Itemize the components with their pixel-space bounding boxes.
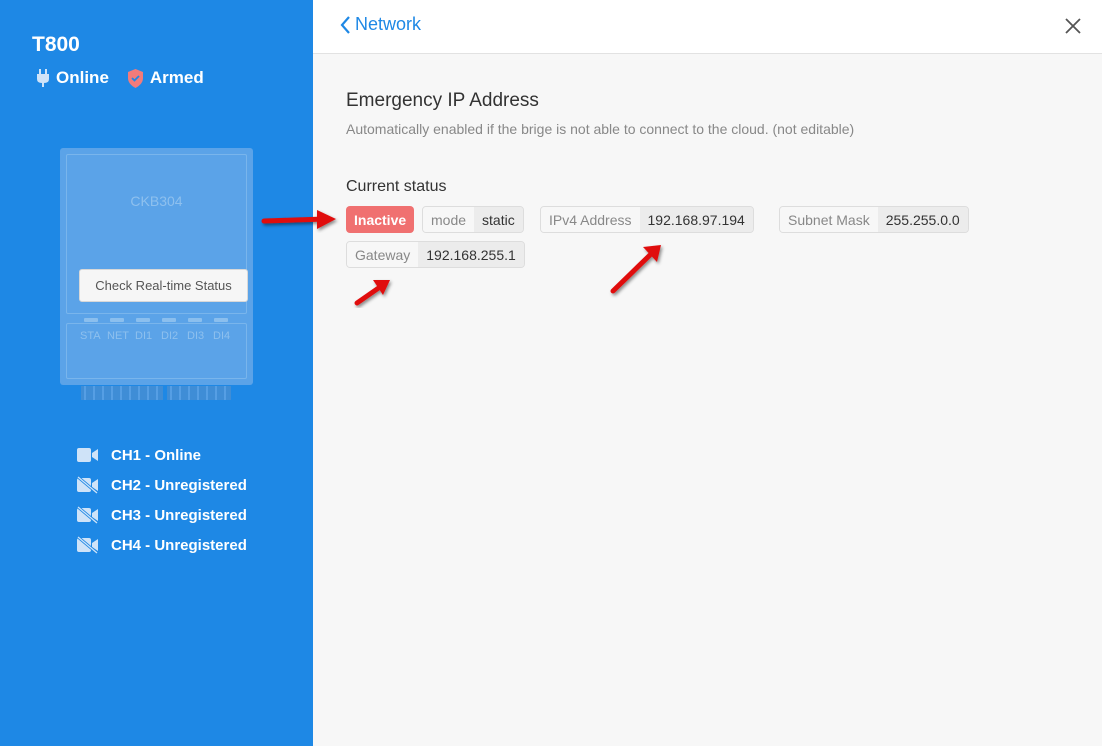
led-indicator [214, 318, 228, 322]
device-illustration: CKB304 Check Real-time Status STA NET DI… [60, 148, 253, 385]
arm-status: Armed [127, 68, 204, 88]
check-realtime-status-button[interactable]: Check Real-time Status [79, 269, 248, 302]
ipv4-value: 192.168.97.194 [639, 207, 753, 232]
channel-item[interactable]: CH2 - Unregistered [77, 470, 247, 500]
device-name: T800 [32, 33, 80, 56]
led-indicator [162, 318, 176, 322]
led-label: DI2 [161, 330, 179, 342]
camera-off-icon [77, 506, 111, 524]
led-label: DI4 [213, 330, 231, 342]
device-status-row: Online Armed [36, 68, 222, 88]
channel-list: CH1 - Online CH2 - Unregistered CH3 - Un… [77, 440, 247, 560]
led-label: NET [107, 330, 129, 342]
channel-item[interactable]: CH3 - Unregistered [77, 500, 247, 530]
channel-label: CH3 - Unregistered [111, 506, 247, 524]
mode-chip: mode static [422, 206, 524, 233]
device-model: CKB304 [130, 193, 183, 209]
device-front-panel: CKB304 Check Real-time Status [66, 154, 248, 314]
current-status-heading: Current status [346, 178, 447, 195]
led-label: DI1 [135, 330, 153, 342]
shield-icon [127, 68, 144, 88]
gateway-chip: Gateway 192.168.255.1 [346, 241, 525, 268]
close-icon[interactable] [1063, 16, 1083, 41]
arm-status-label: Armed [149, 68, 204, 87]
subnet-value: 255.255.0.0 [877, 207, 968, 232]
channel-label: CH1 - Online [111, 446, 202, 464]
led-indicator [84, 318, 98, 322]
led-indicator [188, 318, 202, 322]
status-badge: Inactive [346, 206, 415, 233]
plug-icon [36, 69, 50, 87]
device-led-panel: STA NET DI1 DI2 DI3 DI4 [66, 318, 247, 379]
terminal-block [167, 386, 231, 400]
channel-label: CH4 - Unregistered [111, 536, 247, 554]
led-label: DI3 [187, 330, 205, 342]
mode-value: static [474, 207, 523, 232]
ipv4-chip: IPv4 Address 192.168.97.194 [540, 206, 754, 233]
camera-icon [77, 447, 111, 463]
channel-label: CH2 - Unregistered [111, 476, 247, 494]
network-panel: Network Emergency IP Address Automatical… [313, 0, 1102, 746]
back-button-label: Network [355, 14, 422, 34]
led-indicator [110, 318, 124, 322]
ipv4-key: IPv4 Address [541, 207, 640, 232]
subnet-key: Subnet Mask [780, 207, 878, 232]
subnet-chip: Subnet Mask 255.255.0.0 [779, 206, 969, 233]
device-sidebar: T800 Online Armed CKB304 Check Real-time… [0, 0, 313, 746]
camera-off-icon [77, 536, 111, 554]
connection-status: Online [36, 68, 109, 88]
panel-header: Network [313, 0, 1102, 54]
led-indicator [136, 318, 150, 322]
section-title: Emergency IP Address [346, 90, 539, 111]
connection-status-label: Online [56, 68, 109, 87]
led-label: STA [80, 330, 101, 342]
chevron-left-icon [340, 15, 350, 34]
section-description: Automatically enabled if the brige is no… [346, 121, 855, 137]
channel-item[interactable]: CH4 - Unregistered [77, 530, 247, 560]
back-button[interactable]: Network [339, 14, 421, 35]
channel-item[interactable]: CH1 - Online [77, 440, 247, 470]
mode-key: mode [423, 207, 475, 232]
gateway-value: 192.168.255.1 [418, 242, 524, 267]
gateway-key: Gateway [347, 242, 419, 267]
terminal-block [81, 386, 163, 400]
camera-off-icon [77, 476, 111, 494]
